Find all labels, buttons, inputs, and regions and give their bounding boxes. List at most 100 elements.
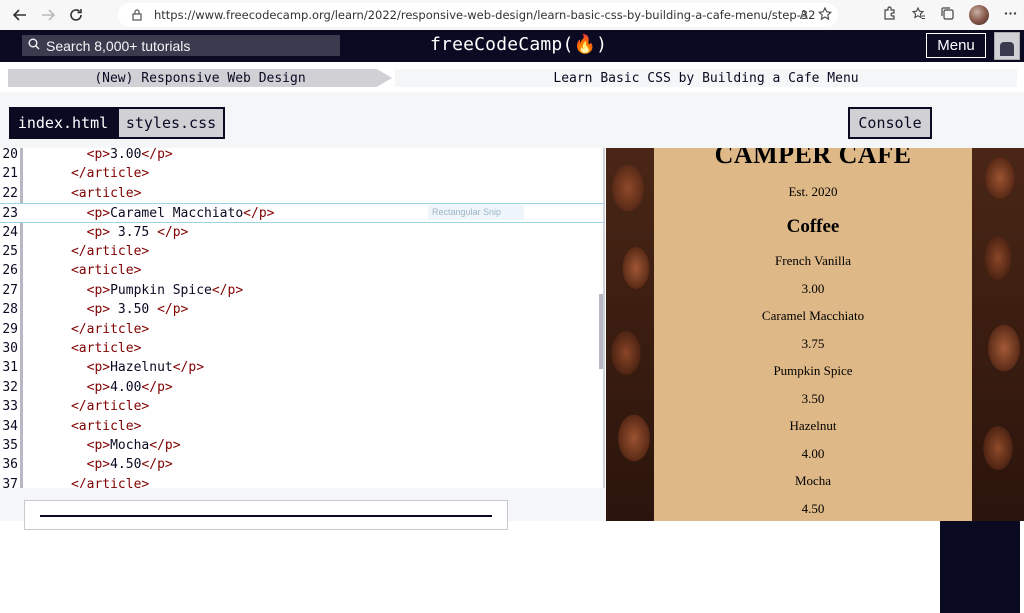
user-avatar-button[interactable] [994, 32, 1020, 60]
code-text[interactable]: <p>Hazelnut</p> [24, 358, 204, 377]
line-number: 26 [2, 263, 18, 279]
forward-icon[interactable] [34, 1, 62, 29]
cafe-established: Est. 2020 [788, 184, 838, 199]
menu-item-name: Hazelnut [789, 418, 837, 433]
line-number: 33 [2, 399, 18, 415]
code-text[interactable]: </article> [24, 397, 149, 416]
code-text[interactable]: <p>Mocha</p> [24, 436, 181, 455]
search-icon [28, 38, 40, 53]
menu-item-price: 4.00 [801, 445, 825, 461]
code-text[interactable]: <p> 3.75 </p> [24, 223, 189, 242]
code-line[interactable]: 24 <p> 3.75 </p> [0, 223, 603, 242]
editor-tabbar: index.html styles.css Console Preview [0, 92, 1024, 613]
snip-hint: Rectangular Snip [428, 205, 524, 221]
code-line[interactable]: 34 <article> [0, 417, 603, 436]
code-text[interactable]: <article> [24, 184, 141, 203]
cafe-title: CAMPER CAFE [714, 148, 912, 169]
profile-avatar[interactable] [969, 5, 989, 25]
code-line[interactable]: 37 </article> [0, 475, 603, 488]
menu-item-name: Mocha [794, 473, 832, 488]
favorites-icon[interactable] [911, 6, 926, 24]
code-text[interactable]: <p>4.00</p> [24, 378, 173, 397]
code-text[interactable]: <p>Pumpkin Spice</p> [24, 281, 244, 300]
refresh-icon[interactable] [62, 1, 90, 29]
code-line[interactable]: 27 <p>Pumpkin Spice</p> [0, 281, 603, 300]
instructions-divider [40, 515, 492, 525]
address-bar[interactable]: https://www.freecodecamp.org/learn/2022/… [118, 3, 838, 27]
search-placeholder: Search 8,000+ tutorials [46, 37, 191, 54]
code-line[interactable]: 28 <p> 3.50 </p> [0, 300, 603, 319]
menu-item-price: 3.75 [801, 335, 825, 351]
line-number: 23 [2, 206, 18, 222]
breadcrumb-block[interactable]: Learn Basic CSS by Building a Cafe Menu [395, 69, 1017, 87]
code-text[interactable]: <article> [24, 261, 141, 280]
code-line[interactable]: 36 <p>4.50</p> [0, 455, 603, 474]
instructions-area [0, 488, 606, 530]
code-line[interactable]: 29 </aritcle> [0, 320, 603, 339]
coffee-heading: Coffee [786, 216, 840, 237]
code-text[interactable]: </article> [24, 164, 149, 183]
lock-icon[interactable] [126, 9, 148, 21]
code-text[interactable]: <p>4.50</p> [24, 455, 173, 474]
collections-icon[interactable] [940, 6, 955, 24]
code-line[interactable]: 30 <article> [0, 339, 603, 358]
line-number: 34 [2, 418, 18, 434]
more-icon[interactable] [1003, 6, 1018, 24]
console-button[interactable]: Console [848, 107, 932, 139]
menu-item-price: 3.50 [801, 390, 825, 406]
code-line[interactable]: 26 <article> [0, 261, 603, 280]
line-number: 21 [2, 166, 18, 182]
code-line[interactable]: 31 <p>Hazelnut</p> [0, 358, 603, 377]
line-number: 25 [2, 244, 18, 259]
code-editor[interactable]: 20 <p>3.00</p> 21 </article> 22 <article> 2… [0, 148, 605, 488]
line-number: 27 [2, 282, 18, 298]
code-text[interactable]: <article> [24, 417, 141, 436]
line-number: 30 [2, 341, 18, 356]
tab-index-html[interactable]: index.html [9, 107, 117, 139]
code-line[interactable]: 20 <p>3.00</p> [0, 148, 603, 164]
line-number: 31 [2, 360, 18, 376]
code-text[interactable]: </aritcle> [24, 320, 149, 339]
url-text[interactable]: https://www.freecodecamp.org/learn/2022/… [154, 8, 815, 22]
user-icon [1000, 42, 1014, 56]
breadcrumb-superblock[interactable]: (New) Responsive Web Design [8, 69, 392, 87]
line-number: 29 [2, 321, 18, 337]
code-text[interactable]: </article> [24, 475, 149, 488]
menu-item-price: 3.00 [801, 280, 825, 296]
read-aloud-icon[interactable]: A [800, 8, 808, 22]
code-line[interactable]: 33 </article> [0, 397, 603, 416]
code-text[interactable]: <p>Caramel Macchiato</p> [24, 204, 275, 223]
code-text[interactable]: <p>3.00</p> [24, 148, 173, 164]
search-input[interactable]: Search 8,000+ tutorials [22, 35, 340, 56]
favorite-add-icon[interactable] [817, 6, 833, 24]
browser-toolbar: https://www.freecodecamp.org/learn/2022/… [0, 0, 1024, 30]
line-number: 35 [2, 438, 18, 453]
code-text[interactable]: </article> [24, 242, 149, 261]
back-icon[interactable] [6, 1, 34, 29]
fcc-logo[interactable]: freeCodeCamp(🔥) [430, 34, 607, 55]
code-line[interactable]: 35 <p>Mocha</p> [0, 436, 603, 455]
line-number: 37 [2, 476, 18, 488]
extensions-icon[interactable] [882, 6, 897, 24]
code-line[interactable]: 25 </article> [0, 242, 603, 261]
code-text[interactable]: <p> 3.50 </p> [24, 300, 189, 319]
code-text[interactable]: <article> [24, 339, 141, 358]
cafe-menu-card: CAMPER CAFE Est. 2020 Coffee French Vani… [654, 148, 972, 521]
line-number: 28 [2, 302, 18, 318]
line-number: 22 [2, 185, 18, 201]
line-number: 24 [2, 224, 18, 240]
menu-item-name: Caramel Macchiato [761, 308, 865, 323]
menu-button[interactable]: Menu [926, 33, 986, 58]
menu-item-name: French Vanilla [775, 253, 851, 268]
code-line[interactable]: 23 <p>Caramel Macchiato</p> Rectangular S… [0, 203, 603, 223]
line-number: 36 [2, 457, 18, 473]
menu-item-price: 4.50 [801, 500, 825, 516]
line-number: 20 [2, 148, 18, 162]
code-line[interactable]: 22 <article> [0, 184, 603, 203]
tab-styles-css[interactable]: styles.css [117, 107, 225, 139]
code-line[interactable]: 32 <p>4.00</p> [0, 378, 603, 397]
code-line[interactable]: 21 </article> [0, 164, 603, 183]
preview-pane: CAMPER CAFE Est. 2020 Coffee French Vani… [606, 148, 1024, 521]
breadcrumb: (New) Responsive Web Design Learn Basic … [0, 62, 1024, 92]
fcc-navbar: Search 8,000+ tutorials freeCodeCamp(🔥) … [0, 30, 1024, 62]
